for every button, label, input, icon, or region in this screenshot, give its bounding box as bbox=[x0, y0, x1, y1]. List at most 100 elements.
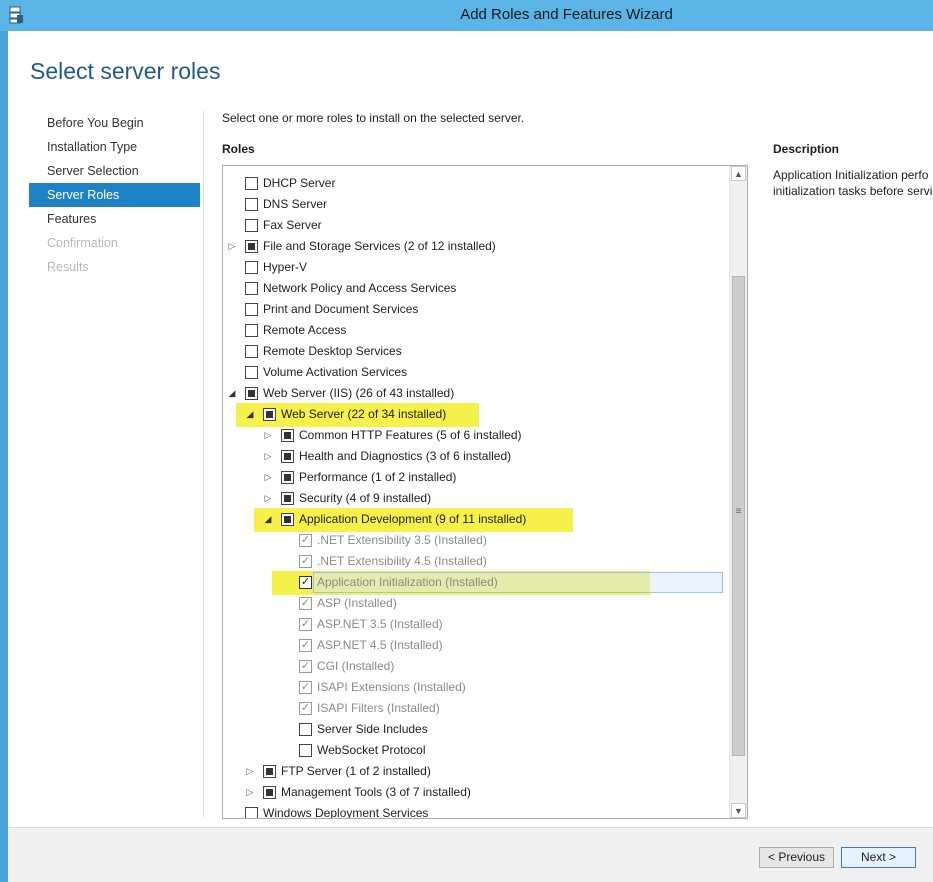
nav-item-before-you-begin[interactable]: Before You Begin bbox=[29, 111, 200, 135]
instruction-text: Select one or more roles to install on t… bbox=[222, 111, 525, 125]
role-checkbox[interactable] bbox=[245, 807, 258, 818]
role-row[interactable]: ✓ ASP (Installed) bbox=[223, 593, 729, 614]
scroll-up-arrow-icon[interactable]: ▲ bbox=[731, 166, 746, 181]
role-row[interactable]: Hyper-V bbox=[223, 257, 729, 278]
wizard-footer: < Previous Next > bbox=[8, 827, 933, 882]
role-checkbox[interactable] bbox=[299, 723, 312, 736]
role-checkbox[interactable] bbox=[245, 345, 258, 358]
scroll-down-arrow-icon[interactable]: ▼ bbox=[731, 803, 746, 818]
role-label: CGI (Installed) bbox=[317, 659, 395, 673]
role-checkbox[interactable]: ✓ bbox=[299, 660, 312, 673]
nav-item-server-roles[interactable]: Server Roles bbox=[29, 183, 200, 207]
role-row[interactable]: DHCP Server bbox=[223, 173, 729, 194]
role-checkbox[interactable] bbox=[281, 450, 294, 463]
role-checkbox[interactable]: ✓ bbox=[299, 576, 312, 589]
role-row[interactable]: ✓ Application Initialization (Installed) bbox=[223, 571, 729, 595]
role-row[interactable]: ▷ Performance (1 of 2 installed) bbox=[223, 467, 729, 488]
role-checkbox[interactable]: ✓ bbox=[299, 597, 312, 610]
roles-scrollbar[interactable]: ▲ ≡ ▼ bbox=[729, 166, 747, 818]
role-checkbox[interactable] bbox=[245, 366, 258, 379]
role-checkbox[interactable]: ✓ bbox=[299, 555, 312, 568]
expand-arrow-icon[interactable]: ▷ bbox=[263, 488, 273, 509]
role-row[interactable]: WebSocket Protocol bbox=[223, 740, 729, 761]
nav-item-server-selection[interactable]: Server Selection bbox=[29, 159, 200, 183]
previous-button[interactable]: < Previous bbox=[759, 847, 834, 868]
role-row[interactable]: ✓ ISAPI Filters (Installed) bbox=[223, 698, 729, 719]
role-row[interactable]: ✓ .NET Extensibility 3.5 (Installed) bbox=[223, 530, 729, 551]
expand-arrow-icon[interactable]: ▷ bbox=[245, 761, 255, 782]
role-row[interactable]: ▷ File and Storage Services (2 of 12 inst… bbox=[223, 236, 729, 257]
role-row[interactable]: ▷ Security (4 of 9 installed) bbox=[223, 488, 729, 509]
role-checkbox[interactable] bbox=[281, 513, 294, 526]
expand-arrow-icon[interactable]: ▷ bbox=[263, 467, 273, 488]
role-row[interactable]: Print and Document Services bbox=[223, 299, 729, 320]
role-row[interactable]: ◢ Web Server (22 of 34 installed) bbox=[223, 403, 729, 427]
collapse-arrow-icon[interactable]: ◢ bbox=[263, 509, 273, 530]
role-checkbox[interactable]: ✓ bbox=[299, 534, 312, 547]
role-checkbox[interactable] bbox=[245, 261, 258, 274]
role-row[interactable]: Volume Activation Services bbox=[223, 362, 729, 383]
expand-arrow-icon[interactable]: ▷ bbox=[263, 446, 273, 467]
role-label: Application Initialization (Installed) bbox=[317, 575, 498, 589]
collapse-arrow-icon[interactable]: ◢ bbox=[227, 383, 237, 404]
role-row[interactable]: Windows Deployment Services bbox=[223, 803, 729, 818]
role-row[interactable]: ✓ CGI (Installed) bbox=[223, 656, 729, 677]
role-row[interactable]: Fax Server bbox=[223, 215, 729, 236]
role-row[interactable]: Network Policy and Access Services bbox=[223, 278, 729, 299]
collapse-arrow-icon[interactable]: ◢ bbox=[245, 404, 255, 425]
roles-tree-items: DHCP Server DNS Server Fax Server ▷ File and… bbox=[223, 173, 729, 818]
next-button[interactable]: Next > bbox=[841, 847, 916, 868]
role-label: Remote Desktop Services bbox=[263, 344, 402, 358]
role-row[interactable]: ▷ FTP Server (1 of 2 installed) bbox=[223, 761, 729, 782]
role-checkbox[interactable] bbox=[263, 765, 276, 778]
role-row[interactable]: ✓ .NET Extensibility 4.5 (Installed) bbox=[223, 551, 729, 572]
role-label: WebSocket Protocol bbox=[317, 743, 426, 757]
expand-arrow-icon[interactable]: ▷ bbox=[227, 236, 237, 257]
role-checkbox[interactable] bbox=[245, 387, 258, 400]
role-label: FTP Server (1 of 2 installed) bbox=[281, 764, 431, 778]
role-checkbox[interactable] bbox=[299, 744, 312, 757]
role-checkbox[interactable] bbox=[245, 198, 258, 211]
expand-arrow-icon[interactable]: ▷ bbox=[245, 782, 255, 803]
role-checkbox[interactable] bbox=[245, 240, 258, 253]
wizard-nav: Before You Begin Installation Type Server … bbox=[29, 111, 200, 279]
nav-item-features[interactable]: Features bbox=[29, 207, 200, 231]
role-checkbox[interactable] bbox=[245, 177, 258, 190]
role-checkbox[interactable] bbox=[263, 408, 276, 421]
role-row[interactable]: DNS Server bbox=[223, 194, 729, 215]
role-checkbox[interactable] bbox=[281, 429, 294, 442]
role-row[interactable]: Remote Access bbox=[223, 320, 729, 341]
role-row[interactable]: ▷ Common HTTP Features (5 of 6 installed) bbox=[223, 425, 729, 446]
role-label: Web Server (IIS) (26 of 43 installed) bbox=[263, 386, 455, 400]
role-label: Hyper-V bbox=[263, 260, 308, 274]
nav-item-installation-type[interactable]: Installation Type bbox=[29, 135, 200, 159]
wizard-client-area: Select server roles Before You Begin Inst… bbox=[8, 31, 933, 882]
role-label: Remote Access bbox=[263, 323, 347, 337]
role-checkbox[interactable] bbox=[245, 324, 258, 337]
role-row[interactable]: Remote Desktop Services bbox=[223, 341, 729, 362]
role-checkbox[interactable] bbox=[245, 282, 258, 295]
role-checkbox[interactable]: ✓ bbox=[299, 681, 312, 694]
role-label: .NET Extensibility 4.5 (Installed) bbox=[317, 554, 487, 568]
role-row[interactable]: ✓ ASP.NET 4.5 (Installed) bbox=[223, 635, 729, 656]
role-row[interactable]: ◢ Application Development (9 of 11 instal… bbox=[223, 508, 729, 532]
role-row[interactable]: ◢ Web Server (IIS) (26 of 43 installed) bbox=[223, 383, 729, 404]
role-checkbox[interactable] bbox=[281, 471, 294, 484]
role-row[interactable]: ▷ Management Tools (3 of 7 installed) bbox=[223, 782, 729, 803]
role-row[interactable]: ▷ Health and Diagnostics (3 of 6 installe… bbox=[223, 446, 729, 467]
role-checkbox[interactable] bbox=[281, 492, 294, 505]
role-checkbox[interactable]: ✓ bbox=[299, 618, 312, 631]
role-checkbox[interactable] bbox=[245, 303, 258, 316]
scroll-thumb[interactable]: ≡ bbox=[732, 276, 745, 756]
role-checkbox[interactable]: ✓ bbox=[299, 639, 312, 652]
role-label: File and Storage Services (2 of 12 insta… bbox=[263, 239, 496, 253]
role-row[interactable]: ✓ ASP.NET 3.5 (Installed) bbox=[223, 614, 729, 635]
role-checkbox[interactable] bbox=[245, 219, 258, 232]
roles-heading: Roles bbox=[222, 142, 255, 156]
role-checkbox[interactable]: ✓ bbox=[299, 702, 312, 715]
role-row[interactable]: ✓ ISAPI Extensions (Installed) bbox=[223, 677, 729, 698]
expand-arrow-icon[interactable]: ▷ bbox=[263, 425, 273, 446]
role-checkbox[interactable] bbox=[263, 786, 276, 799]
role-row[interactable]: Server Side Includes bbox=[223, 719, 729, 740]
roles-tree[interactable]: DHCP Server DNS Server Fax Server ▷ File and… bbox=[222, 165, 748, 819]
